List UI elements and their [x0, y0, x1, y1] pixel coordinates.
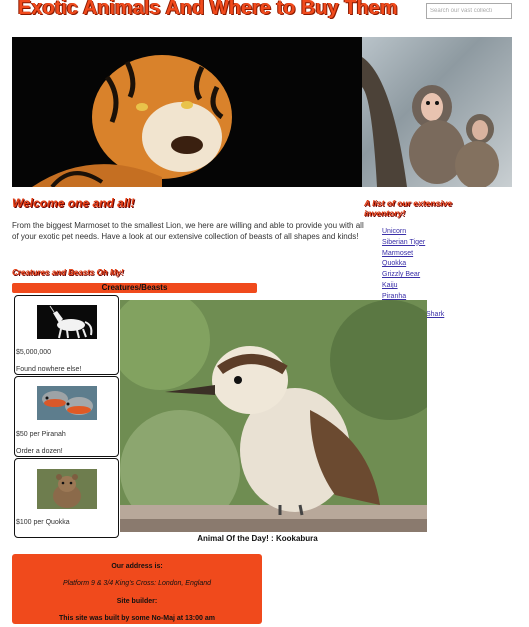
product-card-unicorn[interactable]: $5,000,000 Found nowhere else! — [14, 295, 119, 375]
creatures-heading: Creatures and Beasts Oh My! — [12, 268, 124, 277]
card-price: $100 per Quokka — [16, 519, 70, 526]
card-price: $50 per Piranah — [16, 431, 66, 438]
inventory-link-grizzly-bear[interactable]: Grizzly Bear — [382, 271, 420, 278]
tiger-photo — [12, 37, 362, 187]
card-note: Found nowhere else! — [16, 366, 82, 373]
piranhas-photo — [37, 386, 97, 420]
inventory-item: Unicorn — [382, 227, 425, 238]
inventory-link-marmoset[interactable]: Marmoset — [382, 250, 413, 257]
builder-text: This site was built by some No-Maj at 13… — [59, 615, 215, 622]
inventory-item: Quokka — [382, 259, 425, 270]
inventory-item: Grizzly Bear — [382, 270, 425, 281]
search-input[interactable] — [426, 3, 512, 19]
inventory-link-quokka[interactable]: Quokka — [382, 260, 406, 267]
inventory-item: Siberian Tiger — [382, 238, 425, 249]
tab-creatures-beasts[interactable]: Creatures/Beasts — [12, 283, 257, 293]
marmosets-photo — [362, 37, 512, 187]
site-title: Exotic Animals And Where to Buy Them — [18, 0, 398, 19]
card-note: Order a dozen! — [16, 448, 63, 455]
inventory-heading: A list of our extensive inventory! — [364, 198, 453, 218]
inventory-item: Marmoset — [382, 249, 425, 260]
address-text: Platform 9 & 3/4 King's Cross: London, E… — [62, 580, 212, 587]
inventory-link-siberian-tiger[interactable]: Siberian Tiger — [382, 239, 425, 246]
inventory-link-shark[interactable]: Shark — [426, 311, 444, 318]
quokka-photo — [37, 469, 97, 509]
inventory-link-unicorn[interactable]: Unicorn — [382, 228, 406, 235]
builder-label: Site builder: — [116, 598, 158, 605]
animal-of-the-day-caption: Animal Of the Day! : Kookabura — [197, 534, 318, 543]
site-footer: Our address is: Platform 9 & 3/4 King's … — [12, 554, 262, 624]
inventory-link-piranha[interactable]: Piranha — [382, 293, 406, 300]
intro-text: From the biggest Marmoset to the smalles… — [12, 221, 364, 241]
product-card-piranha[interactable]: $50 per Piranah Order a dozen! — [14, 376, 119, 457]
welcome-heading: Welcome one and all! — [12, 196, 135, 210]
product-card-quokka[interactable]: $100 per Quokka — [14, 458, 119, 538]
inventory-list: Unicorn Siberian Tiger Marmoset Quokka G… — [382, 227, 425, 303]
card-price: $5,000,000 — [16, 349, 52, 356]
inventory-link-kaiju[interactable]: Kaiju — [382, 282, 398, 289]
inventory-item: Kaiju — [382, 281, 425, 292]
kookaburra-photo — [120, 300, 427, 532]
address-label: Our address is: — [111, 563, 163, 570]
unicorn-photo — [37, 305, 97, 339]
